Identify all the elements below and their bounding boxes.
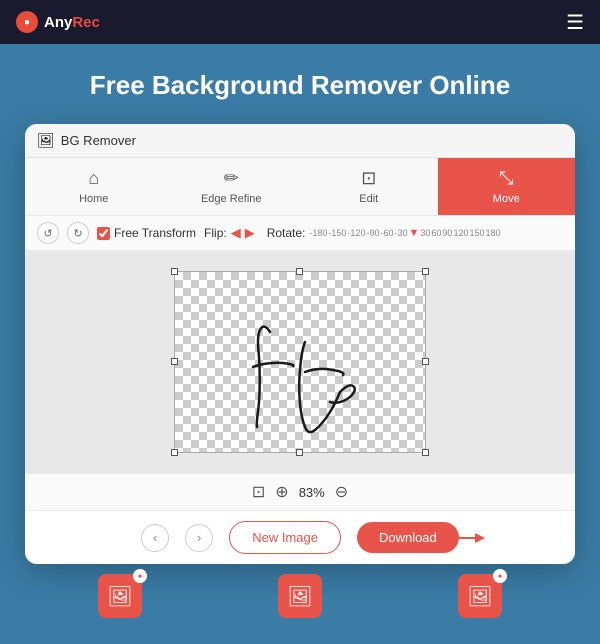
handle-bottom-left[interactable] (171, 449, 178, 456)
tab-move-label: Move (493, 193, 520, 205)
strip-icon-1: 🖼 ✦ (98, 574, 142, 618)
tab-edit-label: Edit (359, 193, 378, 205)
tab-home[interactable]: ⌂ Home (25, 158, 163, 215)
zoom-out-icon[interactable]: ⊖ (335, 482, 348, 502)
strip-icon-2: 🖼 (278, 574, 322, 618)
free-transform-checkbox[interactable]: Free Transform (97, 226, 196, 240)
strip-icon-box-2: 🖼 (278, 574, 322, 618)
flip-horizontal-button[interactable]: ◀ (231, 225, 241, 241)
download-button[interactable]: Download (357, 522, 459, 553)
new-image-button[interactable]: New Image (229, 521, 341, 554)
zoom-in-icon[interactable]: ⊕ (275, 482, 288, 502)
zoom-bar: ⊡ ⊕ 83% ⊖ (25, 473, 575, 510)
action-bar: ‹ › New Image Download (25, 510, 575, 564)
rotate-control: Rotate: -180 -150 -120 -90 -60 -30 ▼ 30 … (267, 226, 501, 240)
rotate-label: Rotate: (267, 226, 306, 240)
strip-badge-1: ✦ (133, 569, 147, 583)
tab-move[interactable]: ⤡ Move (438, 158, 576, 215)
handle-middle-right[interactable] (422, 358, 429, 365)
move-icon: ⤡ (499, 168, 513, 189)
undo-button[interactable]: ↺ (37, 222, 59, 244)
controls-bar: ↺ ↻ Free Transform Flip: ◀ ▶ Rotate: -18… (25, 216, 575, 251)
bg-remover-modal: 🖼 BG Remover ⌂ Home ✏ Edge Refine ⊡ Edit… (25, 124, 575, 564)
logo: ● AnyRec (16, 11, 100, 33)
strip-icon-box-3: 🖼 ✦ (458, 574, 502, 618)
edge-refine-icon: ✏ (224, 168, 239, 189)
zoom-percent-label: 83% (299, 485, 325, 500)
modal-overlay: 🖼 BG Remover ⌂ Home ✏ Edge Refine ⊡ Edit… (0, 124, 600, 564)
bottom-strip: 🖼 ✦ 🖼 🖼 ✦ (0, 564, 600, 644)
tab-edge-refine[interactable]: ✏ Edge Refine (163, 158, 301, 215)
free-transform-label: Free Transform (114, 226, 196, 240)
page-background: Free Background Remover Online (0, 44, 600, 124)
handle-top-right[interactable] (422, 268, 429, 275)
handle-top-middle[interactable] (296, 268, 303, 275)
handle-middle-left[interactable] (171, 358, 178, 365)
handle-top-left[interactable] (171, 268, 178, 275)
hamburger-icon[interactable]: ☰ (566, 10, 584, 35)
strip-icon-box-1: 🖼 ✦ (98, 574, 142, 618)
flip-label: Flip: (204, 226, 227, 240)
modal-header-icon: 🖼 (37, 132, 55, 149)
toolbar-tabs: ⌂ Home ✏ Edge Refine ⊡ Edit ⤡ Move (25, 158, 575, 216)
canvas-wrapper (174, 271, 426, 453)
tab-home-label: Home (79, 193, 108, 205)
logo-icon: ● (16, 11, 38, 33)
edit-icon: ⊡ (361, 168, 376, 189)
modal-header-title: BG Remover (61, 133, 136, 148)
redo-button[interactable]: ↻ (67, 222, 89, 244)
flip-control: Flip: ◀ ▶ (204, 225, 255, 241)
page-title: Free Background Remover Online (20, 56, 580, 101)
tab-edit[interactable]: ⊡ Edit (300, 158, 438, 215)
handle-bottom-right[interactable] (422, 449, 429, 456)
canvas-area (25, 251, 575, 473)
logo-text: AnyRec (44, 14, 100, 31)
strip-icon-3: 🖼 ✦ (458, 574, 502, 618)
tab-edge-refine-label: Edge Refine (201, 193, 262, 205)
strip-badge-3: ✦ (493, 569, 507, 583)
modal-header: 🖼 BG Remover (25, 124, 575, 158)
download-arrow-icon (459, 528, 487, 548)
prev-button[interactable]: ‹ (141, 524, 169, 552)
home-icon: ⌂ (88, 168, 99, 189)
zoom-reset-icon[interactable]: ⊡ (252, 482, 265, 502)
free-transform-input[interactable] (97, 227, 110, 240)
next-button[interactable]: › (185, 524, 213, 552)
flip-vertical-button[interactable]: ▶ (245, 225, 255, 241)
rotate-scale: -180 -150 -120 -90 -60 -30 ▼ 30 60 90 12… (309, 227, 500, 239)
checkerboard-background (175, 272, 425, 452)
signature-image (175, 272, 425, 452)
top-navigation: ● AnyRec ☰ (0, 0, 600, 44)
handle-bottom-middle[interactable] (296, 449, 303, 456)
